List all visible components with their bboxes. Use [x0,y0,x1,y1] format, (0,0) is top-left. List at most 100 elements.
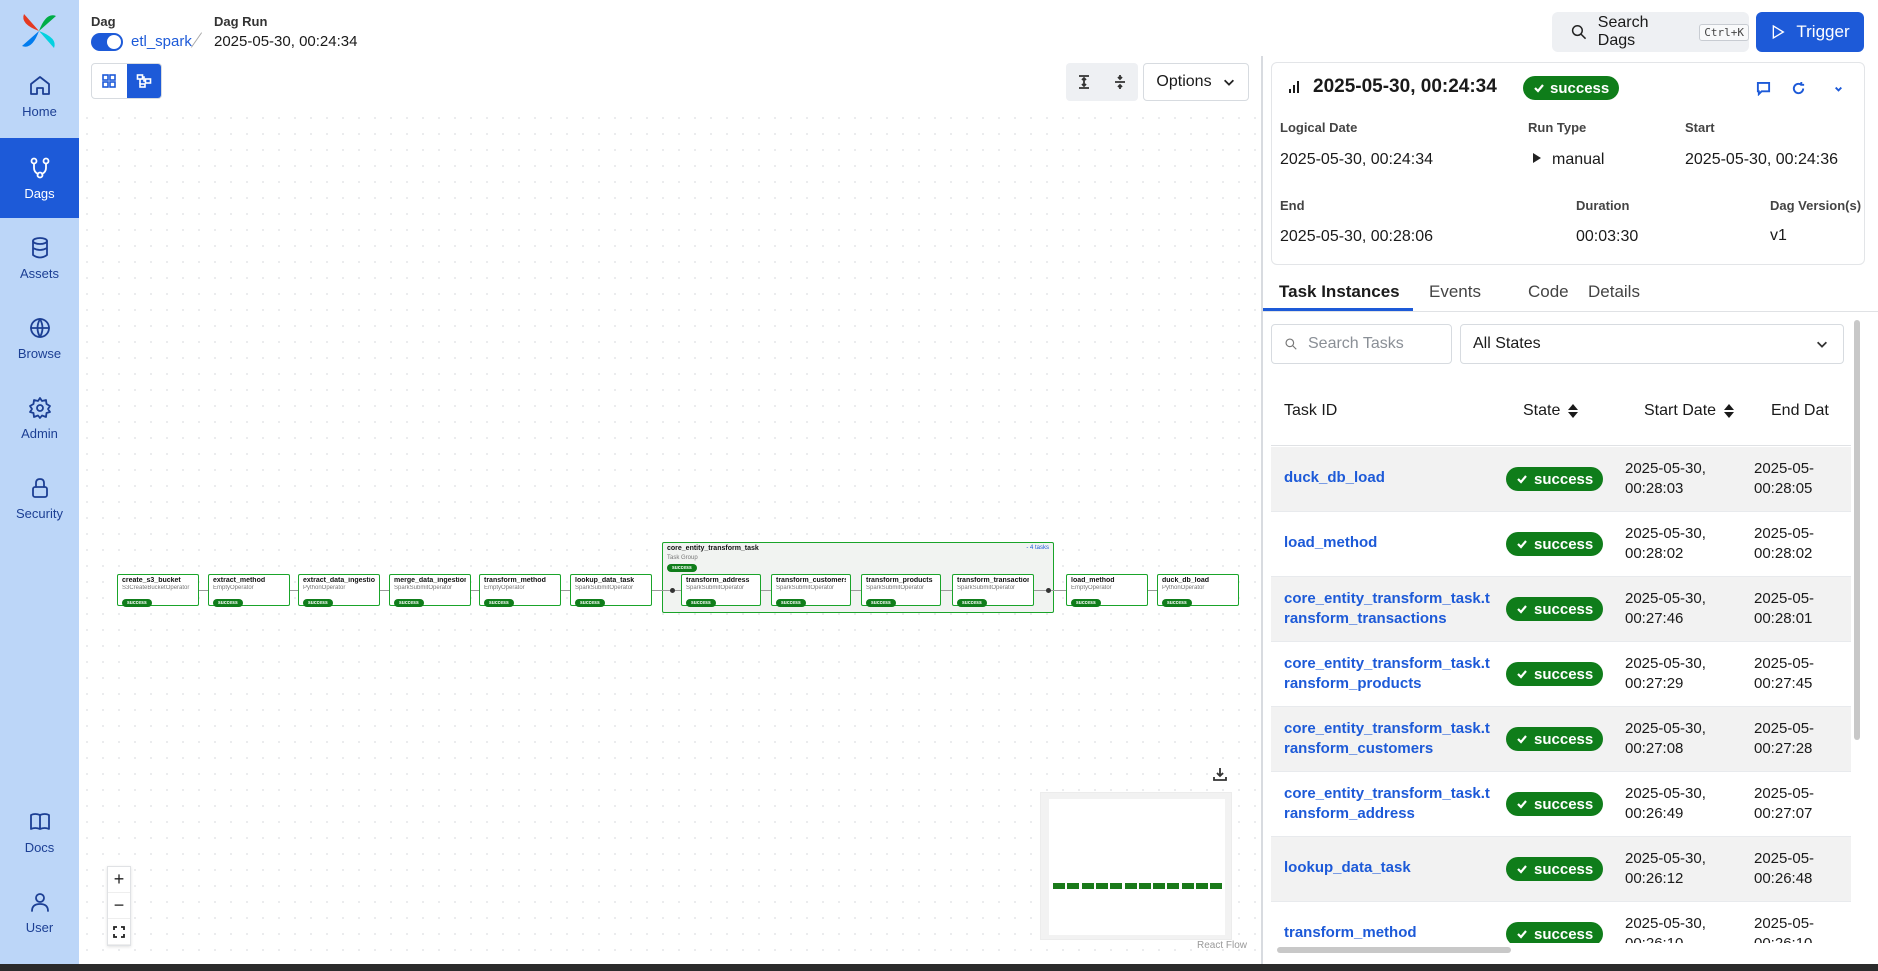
task-id-link[interactable]: core_entity_transform_task.t ransform_tra… [1284,589,1494,629]
minimap-node [1067,883,1080,889]
dag-pause-toggle[interactable] [91,33,123,51]
start-date-cell: 2025-05-30, 00:27:29 [1625,654,1706,694]
fit-view-button[interactable] [108,919,130,945]
task-state-badge: success [1506,922,1604,943]
task-id-text: core_entity_transform_task.t [1284,655,1490,672]
task-state-badge: success [1506,597,1604,621]
airflow-logo[interactable] [18,10,60,52]
table-horizontal-scrollbar[interactable] [1277,946,1847,954]
tab-task-instances[interactable]: Task Instances [1279,282,1400,302]
check-icon [1517,930,1527,939]
task-node-transform-method[interactable]: transform_method EmptyOperator success [479,574,561,607]
task-node-extract-method[interactable]: extract_method EmptyOperator success [208,574,290,607]
table-row[interactable]: duck_db_load success 2025-05-30, 00:28:03 20… [1271,447,1851,512]
task-node-operator: PythonOperator [1162,585,1205,591]
table-vertical-scrollbar[interactable] [1851,320,1861,950]
refresh-icon [1792,81,1804,94]
task-id-text: duck_db_load [1284,469,1385,486]
minimap-node [1210,883,1223,889]
table-row[interactable]: lookup_data_task success 2025-05-30, 00:26:… [1271,837,1851,902]
task-node-lookup-data-task[interactable]: lookup_data_task SparkSubmitOperator succe… [570,574,652,607]
task-id-link[interactable]: core_entity_transform_task.t ransform_pro… [1284,654,1494,694]
zoom-in-button[interactable]: + [108,867,130,893]
task-id-link[interactable]: duck_db_load [1284,468,1494,488]
breadcrumb-dag-link[interactable]: etl_spark [131,33,192,50]
task-node-transform-customers[interactable]: transform_customers SparkSubmitOperator su… [771,574,851,607]
task-id-link[interactable]: core_entity_transform_task.t ransform_add… [1284,784,1494,824]
table-row[interactable]: core_entity_transform_task.t ransform_tra… [1271,577,1851,642]
search-icon [1285,338,1297,350]
panel-resize-handle[interactable] [1261,56,1263,971]
task-node-duck-db-load[interactable]: duck_db_load PythonOperator success [1157,574,1239,607]
react-flow-attribution[interactable]: React Flow [1197,940,1247,951]
expand-vertical-button[interactable] [1066,63,1102,101]
end-date-text: 2025-05- [1754,655,1815,672]
column-header-start-date[interactable]: Start Date [1644,402,1735,420]
check-icon [1517,865,1527,874]
state-filter-select[interactable]: All States [1460,324,1844,364]
end-date-cell: 2025-05- 00:26:48 [1754,849,1814,889]
sidebar-item-label: Security [16,505,63,521]
graph-view-button[interactable] [126,64,161,98]
options-dropdown[interactable]: Options [1143,63,1249,101]
minimap-node [1110,883,1123,889]
download-image-button[interactable] [1212,766,1232,786]
table-row[interactable]: core_entity_transform_task.t ransform_pro… [1271,642,1851,707]
column-header-state[interactable]: State [1523,402,1579,420]
table-row[interactable]: core_entity_transform_task.t ransform_cus… [1271,707,1851,772]
tab-details[interactable]: Details [1588,282,1640,302]
layout-direction-toggle [1066,63,1138,101]
end-time-text: 00:28:02 [1754,545,1813,562]
clear-run-button[interactable] [1786,76,1810,100]
sidebar-item-assets[interactable]: Assets [0,218,79,298]
collapse-vertical-button[interactable] [1102,63,1138,101]
sidebar-item-user[interactable]: User [0,872,79,952]
task-node-transform-transactions[interactable]: transform_transactions SparkSubmitOperato… [952,574,1034,607]
task-group-count-toggle[interactable]: - 4 tasks [1026,545,1049,551]
graph-minimap[interactable] [1040,792,1232,940]
sidebar-item-dags[interactable]: Dags [0,138,79,218]
task-id-link[interactable]: transform_method [1284,923,1494,943]
task-node-name: transform_customers [776,577,846,584]
add-note-button[interactable] [1751,76,1775,100]
task-node-transform-address[interactable]: transform_address SparkSubmitOperator succ… [681,574,761,607]
task-id-link[interactable]: lookup_data_task [1284,858,1494,878]
play-icon [1773,24,1786,40]
start-date-cell: 2025-05-30, 00:26:12 [1625,849,1706,889]
collapse-vertical-icon [1115,75,1125,89]
sidebar-item-browse[interactable]: Browse [0,298,79,378]
sidebar-item-security[interactable]: Security [0,458,79,538]
tab-events[interactable]: Events [1429,282,1481,302]
dag-version-value[interactable]: v1 [1770,227,1787,245]
task-node-create-s3-bucket[interactable]: create_s3_bucket S3CreateBucketOperator su… [117,574,199,607]
start-date-cell: 2025-05-30, 00:28:03 [1625,459,1706,499]
column-header-label: Task ID [1284,402,1338,419]
task-id-link[interactable]: load_method [1284,533,1494,553]
sidebar-item-home[interactable]: Home [0,56,79,136]
task-node-operator: PythonOperator [303,585,346,591]
task-node-merge-data-ingestion[interactable]: merge_data_ingestion SparkSubmitOperator s… [389,574,471,607]
sidebar-item-admin[interactable]: Admin [0,378,79,458]
column-header-end-date[interactable]: End Dat [1771,402,1829,420]
tab-code[interactable]: Code [1528,282,1569,302]
table-row[interactable]: transform_method success 2025-05-30, 00:26:… [1271,902,1851,943]
task-node-extract-data-ingestion[interactable]: extract_data_ingestion PythonOperator succ… [298,574,380,607]
sidebar-item-docs[interactable]: Docs [0,792,79,872]
search-dags-button[interactable]: Search Dags Ctrl+K [1552,12,1749,52]
task-instances-table: Task ID State Start Date End Dat duck_db… [1271,380,1851,943]
trigger-button[interactable]: Trigger [1756,12,1864,52]
zoom-out-button[interactable]: − [108,893,130,919]
grid-view-button[interactable] [92,64,127,98]
task-node-transform-products[interactable]: transform_products SparkSubmitOperator suc… [861,574,941,607]
table-row[interactable]: load_method success 2025-05-30, 00:28:02 202… [1271,512,1851,577]
table-row[interactable]: core_entity_transform_task.t ransform_add… [1271,772,1851,837]
task-node-load-method[interactable]: load_method EmptyOperator success [1066,574,1148,607]
graph-edge [652,590,681,591]
sidebar-item-label: Docs [24,839,55,855]
grid-icon [102,74,117,88]
zoom-controls: + − [107,866,131,946]
duration-value: 00:03:30 [1576,228,1639,245]
search-tasks-input[interactable] [1308,335,1448,353]
run-actions-menu-button[interactable] [1826,76,1850,100]
task-id-link[interactable]: core_entity_transform_task.t ransform_cus… [1284,719,1494,759]
